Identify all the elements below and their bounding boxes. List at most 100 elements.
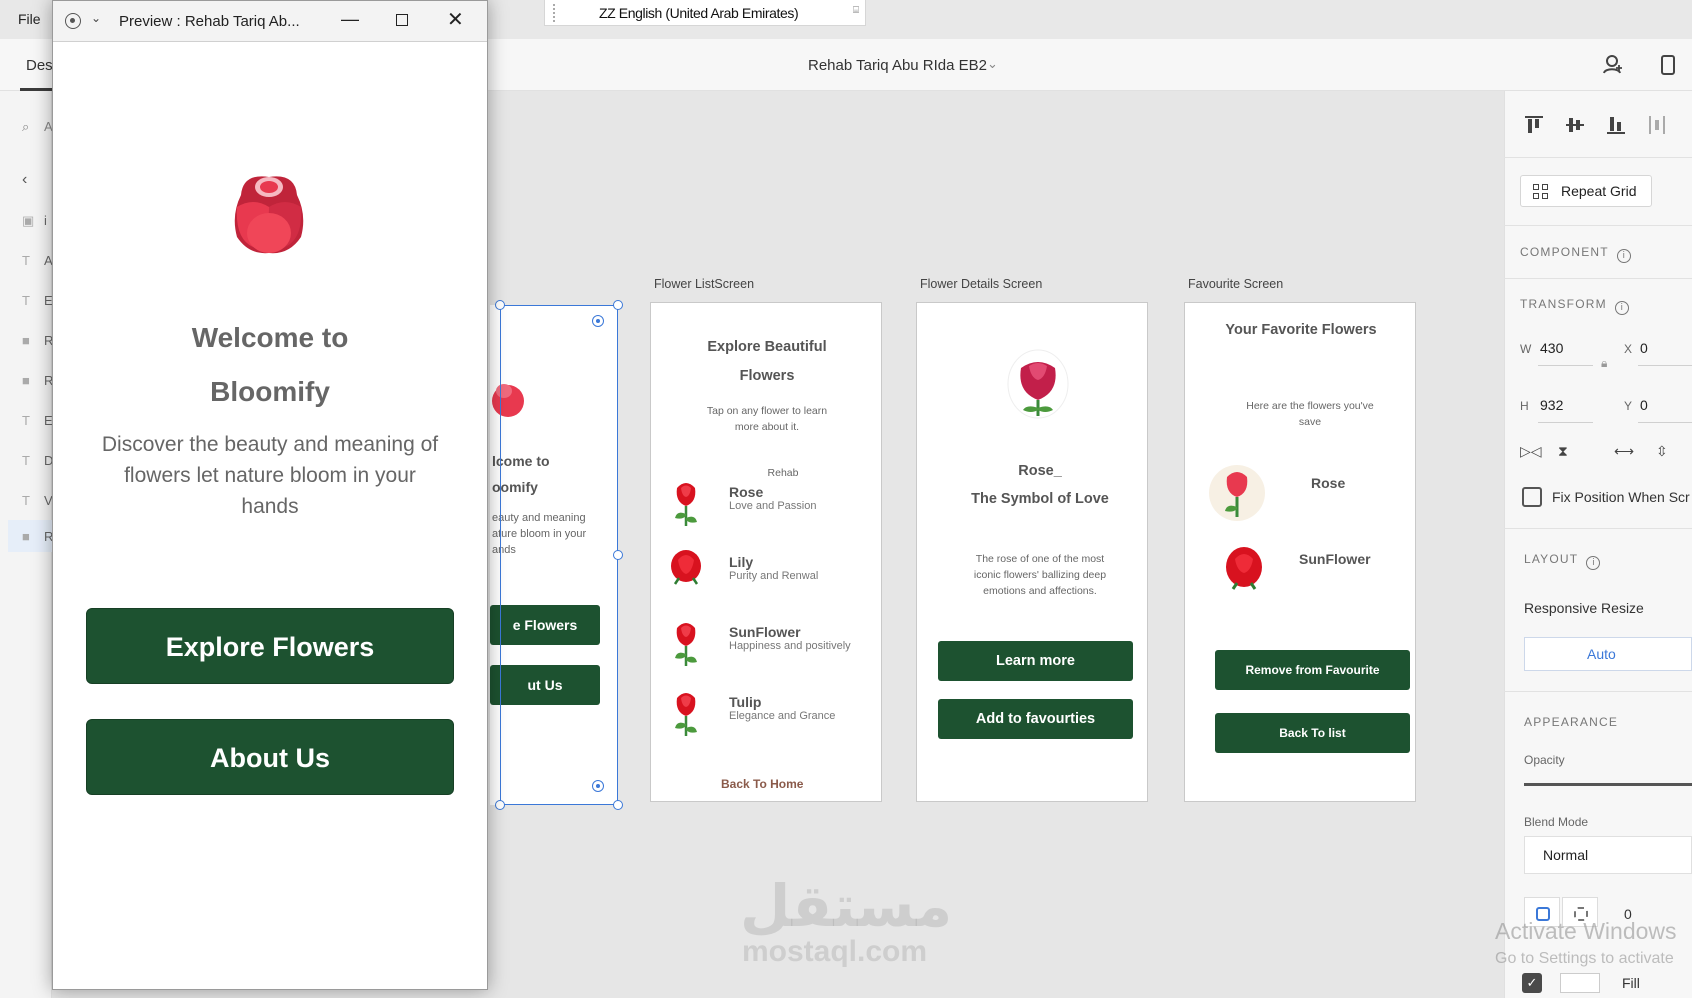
text-layer-icon[interactable]: T <box>22 253 30 268</box>
share-user-icon[interactable] <box>1602 54 1622 74</box>
repeat-grid-button[interactable]: Repeat Grid <box>1520 175 1652 207</box>
back-arrow-icon[interactable]: ‹ <box>22 171 27 189</box>
welcome-heading-line2: Bloomify <box>210 376 330 407</box>
align-top-icon[interactable] <box>1523 114 1545 136</box>
tulip-icon <box>1209 465 1265 521</box>
text-layer-icon[interactable]: T <box>22 453 30 468</box>
flower-list-item[interactable]: Tulip Elegance and Grance <box>651 688 881 748</box>
fix-position-checkbox[interactable] <box>1522 487 1542 507</box>
flip-vertical-icon[interactable]: ⧗ <box>1558 443 1568 460</box>
flower-name: Tulip <box>729 694 762 710</box>
remove-from-favourite-button[interactable]: Remove from Favourite <box>1215 650 1410 690</box>
fill-label: Fill <box>1622 975 1640 991</box>
distribute-icon[interactable] <box>1646 114 1668 136</box>
about-us-button[interactable]: About Us <box>86 719 454 795</box>
divider <box>1504 278 1692 279</box>
device-preview-icon[interactable] <box>1661 55 1675 75</box>
width-input[interactable]: 430 <box>1540 340 1563 356</box>
artboard-flower-details[interactable]: Rose_ The Symbol of Love The rose of one… <box>916 302 1148 802</box>
image-layer-icon[interactable]: ▣ <box>22 213 34 229</box>
artboard-label[interactable]: Flower ListScreen <box>654 277 754 291</box>
rectangle-layer-icon[interactable]: ■ <box>22 333 30 348</box>
info-icon[interactable]: i <box>1586 556 1601 570</box>
align-bottom-icon[interactable] <box>1605 114 1627 136</box>
watermark-latin: mostaql.com <box>742 935 928 968</box>
watermark-arabic: مستقل <box>740 872 953 940</box>
chevron-down-icon[interactable]: ⌄ <box>91 11 101 25</box>
resize-handle[interactable] <box>613 800 623 810</box>
resize-handle[interactable] <box>613 300 623 310</box>
rectangle-layer-icon[interactable]: ■ <box>22 529 30 544</box>
flip-horizontal-icon[interactable]: ▷◁ <box>1520 443 1542 460</box>
artboard-flower-list[interactable]: Explore Beautiful Flowers Tap on any flo… <box>650 302 882 802</box>
record-icon[interactable] <box>65 13 81 29</box>
rose-icon <box>675 483 697 526</box>
preview-titlebar[interactable]: ⌄ Preview : Rehab Tariq Ab... — ✕ <box>53 1 487 42</box>
flower-list-item[interactable]: Lily Purity and Renwal <box>651 548 881 608</box>
info-icon[interactable]: i <box>1616 249 1631 263</box>
flower-description: Elegance and Grance <box>729 710 836 722</box>
input-underline <box>1638 422 1692 423</box>
text-layer-icon[interactable]: T <box>22 493 30 508</box>
artboard-favourite[interactable]: Your Favorite Flowers Here are the flowe… <box>1184 302 1416 802</box>
height-input[interactable]: 932 <box>1540 397 1563 413</box>
responsive-auto-button[interactable]: Auto <box>1524 637 1692 671</box>
text-layer-icon[interactable]: T <box>22 413 30 428</box>
minimize-button[interactable]: — <box>341 9 359 30</box>
fit-vertical-icon[interactable]: ⇳ <box>1656 443 1668 460</box>
preview-window[interactable]: ⌄ Preview : Rehab Tariq Ab... — ✕ Welcom… <box>52 0 488 990</box>
rectangle-layer-icon[interactable]: ■ <box>22 373 30 388</box>
file-menu[interactable]: File <box>18 11 41 27</box>
maximize-button[interactable] <box>396 14 408 26</box>
explore-flowers-button[interactable]: Explore Flowers <box>86 608 454 684</box>
input-language-bar[interactable]: ZZ English (United Arab Emirates) ⌸ <box>544 0 866 26</box>
scroll-target-icon[interactable] <box>592 780 604 792</box>
divider <box>1504 225 1692 226</box>
favourite-subtitle: Here are the flowers you've save <box>1246 400 1374 428</box>
opacity-slider[interactable] <box>1524 783 1692 786</box>
responsive-resize-label: Responsive Resize <box>1524 600 1644 616</box>
list-subtitle: Tap on any flower to learn more about it… <box>706 405 828 433</box>
flower-name: SunFlower <box>729 624 801 640</box>
drag-handle[interactable] <box>553 4 555 22</box>
y-input[interactable]: 0 <box>1640 397 1648 413</box>
layer-item[interactable]: i <box>44 213 47 228</box>
divider <box>1504 528 1692 529</box>
fill-color-swatch[interactable] <box>1560 973 1600 993</box>
flower-list-item[interactable]: SunFlower Happiness and positively <box>651 618 881 678</box>
transform-section-label: TRANSFORM i <box>1520 297 1629 315</box>
add-to-favourites-button[interactable]: Add to favourties <box>938 699 1133 739</box>
chevron-down-icon[interactable]: ⌄ <box>987 56 998 72</box>
favourite-item-name[interactable]: SunFlower <box>1299 551 1371 567</box>
selection-frame[interactable] <box>500 305 618 805</box>
search-icon[interactable]: ⌕ <box>22 119 29 135</box>
flower-list-item[interactable]: Rose Love and Passion <box>651 478 881 538</box>
blend-mode-select[interactable]: Normal <box>1524 836 1692 874</box>
resize-handle[interactable] <box>495 300 505 310</box>
back-to-home-link[interactable]: Back To Home <box>721 777 803 791</box>
text-layer-icon[interactable]: T <box>22 293 30 308</box>
artboard-label[interactable]: Flower Details Screen <box>920 277 1042 291</box>
close-button[interactable]: ✕ <box>447 7 464 32</box>
scroll-target-icon[interactable] <box>592 315 604 327</box>
layout-label: LAYOUT <box>1524 552 1579 566</box>
x-input[interactable]: 0 <box>1640 340 1648 356</box>
fix-position-label: Fix Position When Scr <box>1552 489 1690 505</box>
align-middle-icon[interactable] <box>1564 114 1586 136</box>
favourite-item-name[interactable]: Rose <box>1311 475 1345 491</box>
resize-handle[interactable] <box>613 550 623 560</box>
learn-more-button[interactable]: Learn more <box>938 641 1133 681</box>
fit-horizontal-icon[interactable]: ⟷ <box>1614 443 1634 460</box>
lock-aspect-icon[interactable]: 🔒︎ <box>1601 356 1607 371</box>
language-options-icon[interactable]: ⌸ <box>853 5 859 16</box>
list-title: Explore Beautiful Flowers <box>707 339 827 384</box>
document-title[interactable]: Rehab Tariq Abu RIda EB2 <box>808 57 987 74</box>
input-underline <box>1638 365 1692 366</box>
fill-checkbox[interactable]: ✓ <box>1522 973 1542 993</box>
back-to-list-button[interactable]: Back To list <box>1215 713 1410 753</box>
input-underline <box>1538 422 1593 423</box>
tab-design[interactable]: Des <box>26 57 53 74</box>
artboard-label[interactable]: Favourite Screen <box>1188 277 1283 291</box>
info-icon[interactable]: i <box>1614 301 1629 315</box>
resize-handle[interactable] <box>495 800 505 810</box>
